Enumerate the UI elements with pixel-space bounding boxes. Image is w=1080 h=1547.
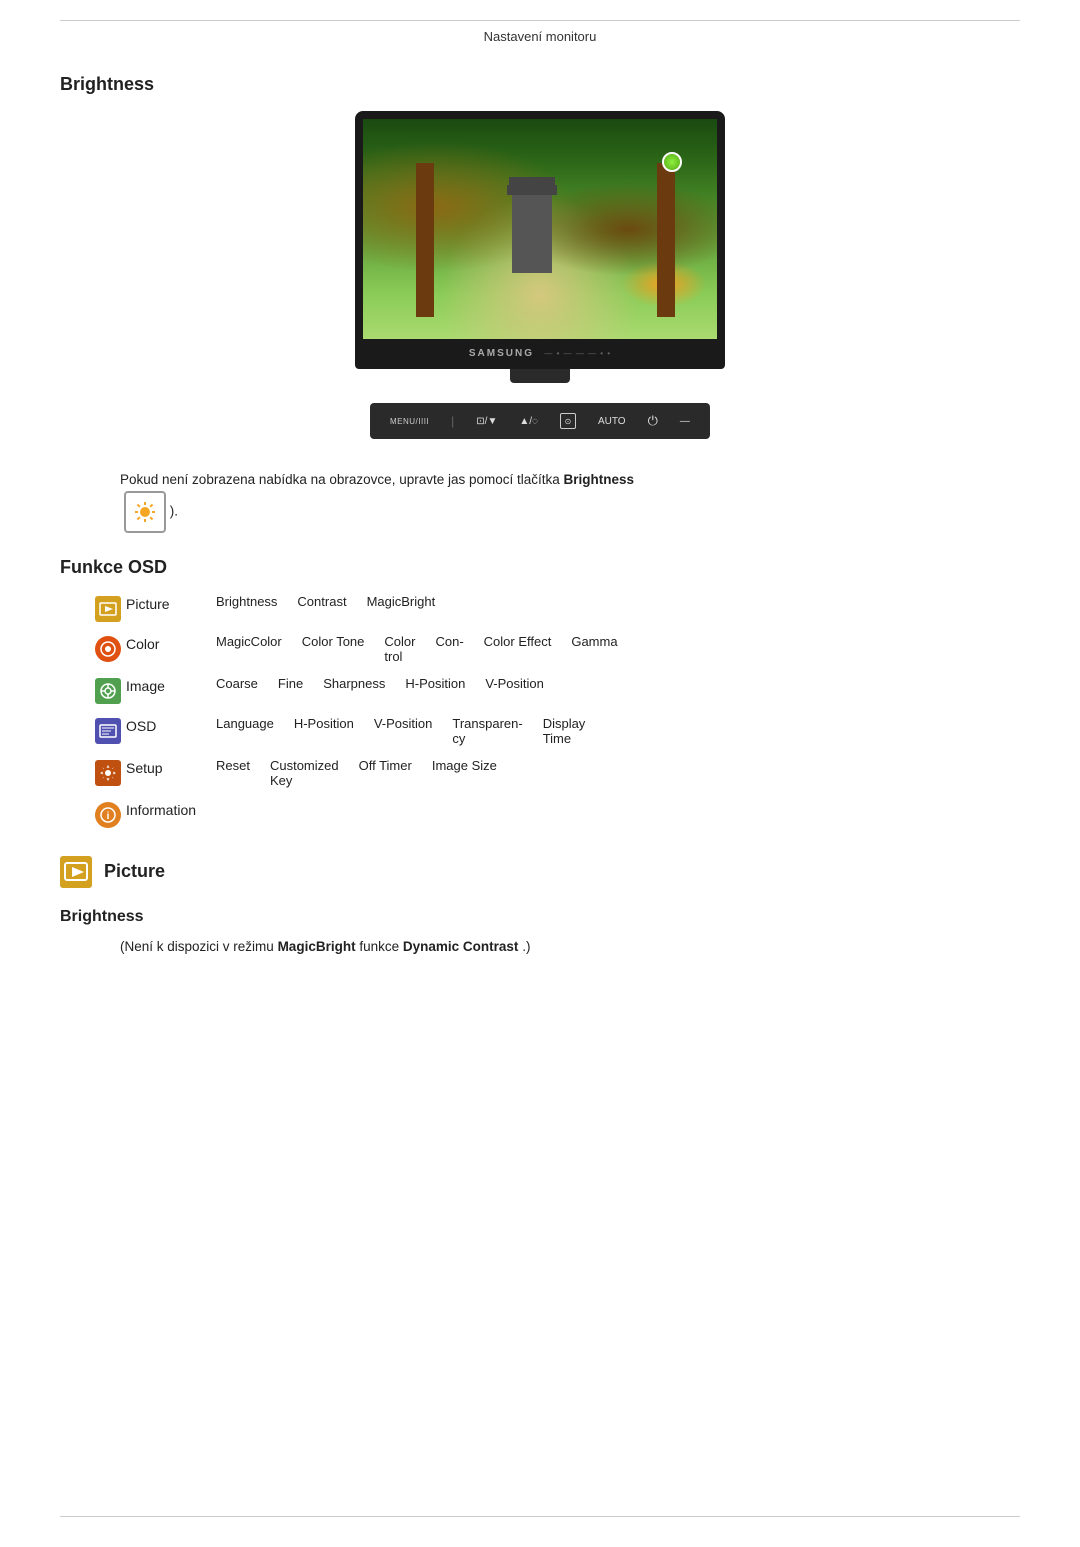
osd-row-setup: Setup Reset CustomizedKey Off Timer Imag… (90, 758, 954, 788)
picture-section-header: Picture (60, 856, 1020, 888)
monitor-dots: — • — — — • • (538, 349, 611, 358)
osd-row-osd: OSD Language H-Position V-Position Trans… (90, 716, 954, 746)
description-block: Pokud není zobrazena nabídka na obrazovc… (120, 469, 960, 533)
osd-category-information: Information (126, 800, 216, 818)
osd-row-color: Color MagicColor Color Tone Colortrol Co… (90, 634, 954, 664)
osd-items-color: MagicColor Color Tone Colortrol Con- Col… (216, 634, 954, 664)
description-text-after: ). (170, 503, 178, 518)
osd-category-image: Image (126, 676, 216, 694)
monitor-stand (510, 369, 570, 383)
brightness-heading: Brightness (60, 74, 1020, 95)
monitor-bottom: SAMSUNG — • — — — • • (363, 339, 717, 365)
sun-brightness-icon (134, 501, 156, 523)
bottom-divider (60, 1516, 1020, 1517)
brightness-subsection-heading: Brightness (60, 908, 1020, 926)
icon-color (95, 636, 121, 662)
description-bold: Brightness (564, 472, 635, 487)
ctrl-menu: MENU/IIII (390, 417, 429, 426)
osd-items-osd: Language H-Position V-Position Transpare… (216, 716, 954, 746)
osd-row-information: i Information (90, 800, 954, 828)
picture-section-title: Picture (104, 861, 165, 882)
osd-category-picture: Picture (126, 594, 216, 612)
icon-osd (95, 718, 121, 744)
osd-items-setup: Reset CustomizedKey Off Timer Image Size (216, 758, 954, 788)
osd-category-setup: Setup (126, 758, 216, 776)
osd-section: Funkce OSD Picture Brightness Contrast (60, 557, 1020, 828)
description-text-before: Pokud není zobrazena nabídka na obrazovc… (120, 472, 560, 487)
ctrl-input: ⊙ (560, 413, 576, 429)
ctrl-auto-label: AUTO (598, 416, 626, 427)
brightness-note-bold1: MagicBright (278, 939, 356, 954)
picture-section-icon (60, 856, 92, 888)
ctrl-minus: — (680, 416, 690, 427)
osd-table: Picture Brightness Contrast MagicBright (90, 594, 954, 828)
osd-heading: Funkce OSD (60, 557, 1020, 578)
ctrl-power: ⏻ (648, 413, 658, 429)
monitor-screen (363, 119, 717, 339)
osd-category-osd: OSD (126, 716, 216, 734)
brightness-subtext: (Není k dispozici v režimu MagicBright f… (120, 936, 1020, 958)
control-bar: MENU/IIII | ⊡/▼ ▲/◌ ⊙ AUTO ⏻ — (370, 403, 710, 439)
brightness-icon-box (124, 491, 166, 533)
page-title: Nastavení monitoru (60, 29, 1020, 44)
osd-row-picture: Picture Brightness Contrast MagicBright (90, 594, 954, 622)
icon-setup (95, 760, 121, 786)
top-divider (60, 20, 1020, 21)
monitor-image-area: SAMSUNG — • — — — • • (60, 111, 1020, 383)
icon-image (95, 678, 121, 704)
ctrl-nav2: ▲/◌ (519, 416, 538, 427)
svg-text:i: i (107, 811, 110, 822)
osd-items-image: Coarse Fine Sharpness H-Position V-Posit… (216, 676, 954, 691)
ctrl-menu-label: MENU/IIII (390, 417, 429, 426)
brightness-note-before: (Není k dispozici v režimu (120, 939, 274, 954)
monitor-frame: SAMSUNG — • — — — • • (355, 111, 725, 369)
control-bar-area: MENU/IIII | ⊡/▼ ▲/◌ ⊙ AUTO ⏻ — (60, 403, 1020, 439)
brightness-note-after: .) (522, 939, 530, 954)
samsung-logo: SAMSUNG (469, 348, 534, 359)
osd-row-image: Image Coarse Fine Sharpness H-Position V… (90, 676, 954, 704)
icon-picture (95, 596, 121, 622)
icon-info: i (95, 802, 121, 828)
ctrl-nav1: ⊡/▼ (476, 416, 497, 427)
brightness-note-bold2: Dynamic Contrast (403, 939, 519, 954)
osd-items-picture: Brightness Contrast MagicBright (216, 594, 954, 609)
brightness-note-middle: funkce (359, 939, 399, 954)
osd-category-color: Color (126, 634, 216, 652)
brightness-subsection: Brightness (Není k dispozici v režimu Ma… (60, 908, 1020, 958)
